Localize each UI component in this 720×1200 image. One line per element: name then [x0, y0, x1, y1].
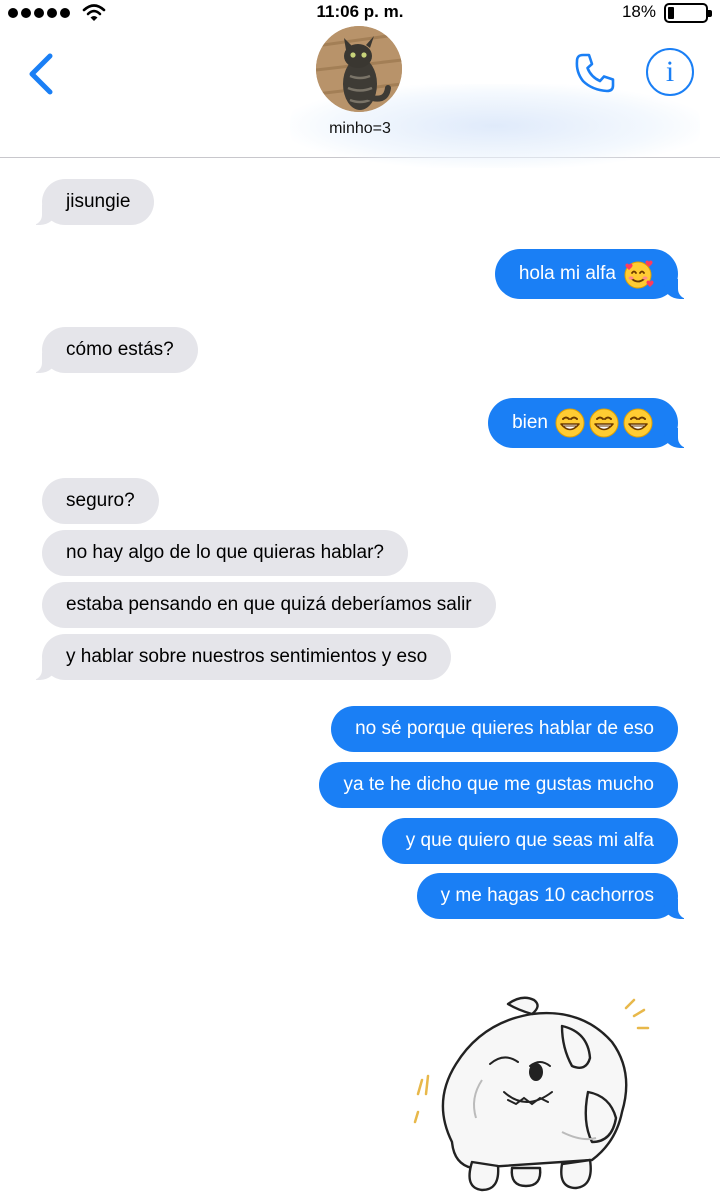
message-text: y que quiero que seas mi alfa [405, 830, 654, 851]
message-text: ya te he dicho que me gustas mucho [343, 774, 654, 795]
message-text: y me hagas 10 cachorros [440, 885, 654, 906]
phone-icon[interactable] [572, 50, 618, 96]
message-sent[interactable]: y me hagas 10 cachorros [416, 873, 689, 919]
grinning-face-icon [623, 408, 653, 438]
avatar[interactable] [316, 26, 402, 112]
message-text: estaba pensando en que quizá deberíamos … [66, 594, 472, 615]
battery-icon [664, 3, 712, 23]
conversation-header: minho=3 i [0, 26, 720, 168]
message-sent[interactable]: ya te he dicho que me gustas mucho [319, 762, 678, 808]
message-text: hola mi alfa [518, 263, 616, 284]
message-received[interactable]: no hay algo de lo que quieras hablar? [42, 530, 408, 576]
smiling-face-with-hearts-icon [624, 260, 654, 289]
message-received[interactable]: seguro? [42, 478, 159, 524]
message-received[interactable]: estaba pensando en que quizá deberíamos … [42, 582, 496, 628]
status-bar: 11:06 p. m. 18% [0, 0, 720, 26]
message-text: y hablar sobre nuestros sentimientos y e… [66, 646, 428, 667]
message-sent[interactable]: hola mi alfa [494, 249, 689, 299]
grinning-face-icon [589, 408, 619, 438]
white-creature-sticker-icon[interactable] [412, 992, 652, 1192]
message-sent[interactable]: bien [488, 398, 688, 448]
message-text: no sé porque quieres hablar de eso [355, 718, 654, 739]
cat-photo [316, 26, 402, 112]
message-text: cómo estás? [66, 339, 174, 360]
battery-percent: 18% [621, 2, 656, 21]
chevron-left-icon[interactable] [24, 50, 60, 98]
grinning-face-icon [555, 408, 585, 438]
message-sent[interactable]: no sé porque quieres hablar de eso [331, 706, 678, 752]
status-time: 11:06 p. m. [316, 2, 404, 21]
battery-level [668, 7, 674, 19]
message-text: jisungie [66, 191, 131, 212]
message-text: seguro? [66, 490, 135, 511]
message-sent[interactable]: y que quiero que seas mi alfa [381, 818, 678, 864]
message-received[interactable]: cómo estás? [32, 327, 198, 373]
message-received[interactable]: jisungie [31, 179, 155, 225]
message-received[interactable]: y hablar sobre nuestros sentimientos y e… [31, 634, 452, 680]
message-text: bien [512, 412, 548, 433]
info-icon[interactable]: i [646, 48, 694, 96]
contact-name[interactable]: minho=3 [0, 120, 720, 138]
message-text: no hay algo de lo que quieras hablar? [66, 542, 384, 563]
